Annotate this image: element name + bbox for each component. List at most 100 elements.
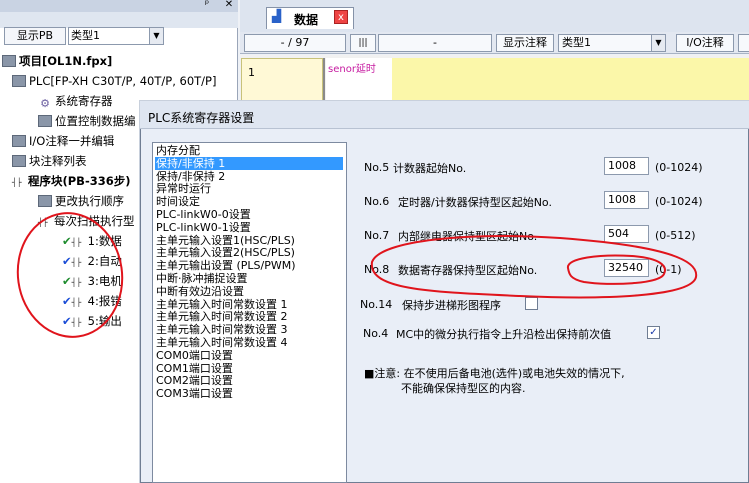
ladder-icon: ▟ bbox=[272, 9, 282, 23]
check-icon: ✔ bbox=[62, 294, 72, 308]
step-ladder-hold-checkbox[interactable] bbox=[525, 297, 538, 310]
category-item[interactable]: 保持/非保持 2 bbox=[156, 170, 225, 183]
setting-no: No.7 bbox=[364, 229, 390, 242]
tree-item-project[interactable]: 项目[OL1N.fpx] bbox=[2, 53, 112, 69]
io-comment-button[interactable]: I/O注释 bbox=[676, 34, 734, 52]
category-item[interactable]: PLC-linkW0-0设置 bbox=[156, 208, 251, 221]
tree-label: 2:自动 bbox=[87, 254, 122, 268]
tree-label: 程序块(PB-336步) bbox=[28, 174, 131, 188]
category-item[interactable]: 中断·脉冲捕捉设置 bbox=[156, 272, 248, 285]
timer-counter-hold-field[interactable]: 1008 bbox=[604, 191, 649, 209]
tree-item-pb-2[interactable]: ✔┤├ 2:自动 bbox=[62, 253, 122, 269]
gear-icon: ⚙ bbox=[40, 97, 50, 110]
tree-item-pb-1[interactable]: ✔┤├ 1:数据 bbox=[62, 233, 122, 249]
search-field[interactable]: - bbox=[378, 34, 492, 52]
order-icon bbox=[38, 195, 52, 207]
tree-item-pb-3[interactable]: ✔┤├ 3:电机 bbox=[62, 273, 122, 289]
tree-item-pb-4[interactable]: ✔┤├ 4:报错 bbox=[62, 293, 122, 309]
rung-row[interactable] bbox=[392, 58, 749, 102]
data-register-hold-field[interactable]: 32540 bbox=[604, 259, 649, 277]
power-rail bbox=[323, 58, 325, 102]
plc-icon bbox=[12, 75, 26, 87]
note-text: 不能确保保持型区的内容. bbox=[401, 382, 526, 395]
category-item[interactable]: COM0端口设置 bbox=[156, 349, 233, 362]
dialog-title: PLC系统寄存器设置 bbox=[148, 111, 255, 125]
category-item[interactable]: 主单元输出设置 (PLS/PWM) bbox=[156, 259, 296, 272]
category-item[interactable]: COM2端口设置 bbox=[156, 374, 233, 387]
setting-range: (0-1024) bbox=[655, 195, 703, 208]
setting-no: No.6 bbox=[364, 195, 390, 208]
program-icon: ┤├ bbox=[71, 258, 82, 267]
io-icon bbox=[12, 135, 26, 147]
relay-hold-field[interactable]: 504 bbox=[604, 225, 649, 243]
tree-item-change-order[interactable]: 更改执行顺序 bbox=[38, 193, 124, 209]
program-icon: ┤├ bbox=[71, 238, 82, 247]
tree-item-scan-execute[interactable]: ┤├ 每次扫描执行型 bbox=[38, 213, 135, 229]
pin-icon[interactable]: ᵖ bbox=[200, 0, 214, 11]
counter-start-field[interactable]: 1008 bbox=[604, 157, 649, 175]
show-pb-button[interactable]: 显示PB bbox=[4, 27, 66, 45]
tree-label: 更改执行顺序 bbox=[55, 194, 124, 208]
tree-item-block-comment[interactable]: 块注释列表 bbox=[12, 153, 87, 169]
category-item[interactable]: 主单元输入时间常数设置 4 bbox=[156, 336, 288, 349]
mc-differential-checkbox[interactable]: ✓ bbox=[647, 326, 660, 339]
cursor-mode-icon[interactable]: ||| bbox=[350, 34, 376, 52]
show-comment-button[interactable]: 显示注释 bbox=[496, 34, 554, 52]
setting-label: 保持步进梯形图程序 bbox=[402, 299, 501, 312]
type-select-value: 类型1 bbox=[71, 29, 100, 42]
chevron-down-icon: ▼ bbox=[149, 28, 163, 44]
close-icon[interactable]: ✕ bbox=[222, 0, 236, 11]
category-item[interactable]: 异常时运行 bbox=[156, 182, 211, 195]
setting-range: (0-512) bbox=[655, 229, 696, 242]
category-item[interactable]: 主单元输入设置1(HSC/PLS) bbox=[156, 234, 295, 247]
category-item[interactable]: COM3端口设置 bbox=[156, 387, 233, 400]
tree-label: 4:报错 bbox=[87, 294, 122, 308]
tree-label: PLC[FP-XH C30T/P, 40T/P, 60T/P] bbox=[29, 74, 217, 88]
tree-label: 5:输出 bbox=[87, 314, 122, 328]
setting-no: No.5 bbox=[364, 161, 390, 174]
list-icon bbox=[12, 155, 26, 167]
tree-label: I/O注释一并编辑 bbox=[29, 134, 115, 148]
tab-label: 数据 bbox=[294, 13, 319, 27]
toolbar-overflow[interactable] bbox=[738, 34, 749, 52]
program-icon: ┤├ bbox=[71, 298, 82, 307]
setting-label: 数据寄存器保持型区起始No. bbox=[398, 264, 538, 277]
program-icon: ┤├ bbox=[71, 318, 82, 327]
program-icon: ┤├ bbox=[71, 278, 82, 287]
category-item[interactable]: 中断有效边沿设置 bbox=[156, 285, 244, 298]
category-item[interactable]: COM1端口设置 bbox=[156, 362, 233, 375]
comment-type-select[interactable]: 类型1 ▼ bbox=[558, 34, 666, 52]
tree-item-program-block[interactable]: ┤├ 程序块(PB-336步) bbox=[12, 173, 130, 189]
project-icon bbox=[2, 55, 16, 67]
tab-close-button[interactable]: x bbox=[334, 10, 348, 24]
rung-comment: senor延时 bbox=[328, 64, 376, 75]
tree-item-position-control[interactable]: 位置控制数据编 bbox=[38, 113, 136, 129]
category-item[interactable]: 主单元输入时间常数设置 2 bbox=[156, 310, 288, 323]
tree-label: 1:数据 bbox=[87, 234, 122, 248]
setting-label: 定时器/计数器保持型区起始No. bbox=[398, 196, 552, 209]
category-item[interactable]: 保持/非保持 1 bbox=[155, 156, 343, 170]
category-item[interactable]: 内存分配 bbox=[156, 144, 200, 157]
tree-item-io-comment[interactable]: I/O注释一并编辑 bbox=[12, 133, 114, 149]
tree-item-pb-5[interactable]: ✔┤├ 5:输出 bbox=[62, 313, 122, 329]
note-text: ■注意: 在不使用后备电池(选件)或电池失效的情况下, bbox=[364, 367, 625, 380]
tree-item-system-register[interactable]: ⚙ 系统寄存器 bbox=[38, 93, 113, 110]
tree-label: 块注释列表 bbox=[29, 154, 87, 168]
category-item[interactable]: 主单元输入时间常数设置 1 bbox=[156, 298, 288, 311]
category-item[interactable]: 主单元输入设置2(HSC/PLS) bbox=[156, 246, 295, 259]
tree-label: 项目[OL1N.fpx] bbox=[19, 54, 113, 68]
category-item[interactable]: 主单元输入时间常数设置 3 bbox=[156, 323, 288, 336]
program-icon: ┤├ bbox=[38, 218, 48, 227]
tree-label: 每次扫描执行型 bbox=[54, 214, 135, 228]
category-item[interactable]: PLC-linkW0-1设置 bbox=[156, 221, 251, 234]
type-select[interactable]: 类型1 ▼ bbox=[68, 27, 164, 45]
program-icon: ┤├ bbox=[12, 178, 22, 187]
tree-label: 系统寄存器 bbox=[55, 94, 113, 108]
data-icon bbox=[38, 115, 52, 127]
tree-item-plc[interactable]: PLC[FP-XH C30T/P, 40T/P, 60T/P] bbox=[12, 73, 216, 89]
category-item[interactable]: 时间设定 bbox=[156, 195, 200, 208]
check-icon: ✔ bbox=[62, 274, 72, 288]
setting-no: No.8 bbox=[364, 263, 390, 276]
check-icon: ✔ bbox=[62, 314, 72, 328]
setting-label: MC中的微分执行指令上升沿检出保持前次值 bbox=[396, 328, 612, 341]
